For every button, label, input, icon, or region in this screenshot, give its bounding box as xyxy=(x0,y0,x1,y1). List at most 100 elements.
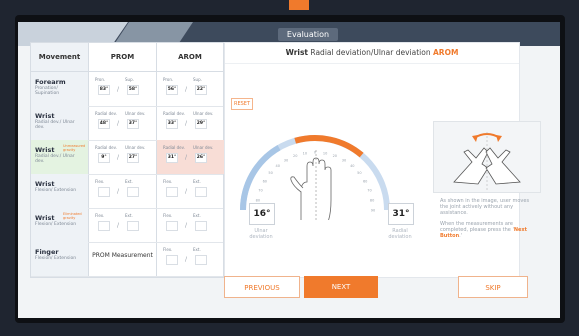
prom-input-1[interactable]: 9° xyxy=(98,153,110,163)
movement-sub: Flexion/ Extension xyxy=(35,256,77,261)
arom-input-2[interactable]: 29° xyxy=(195,119,207,129)
reset-button[interactable]: RESET xyxy=(231,98,253,110)
arom-cell: Radial dev. Ulnar dev. 33° / 29° xyxy=(157,106,224,140)
slash: / xyxy=(185,86,188,93)
arom-cell: Radial dev. Ulnar dev. 31° / 26° xyxy=(157,140,224,174)
slash: / xyxy=(117,86,120,93)
table-row[interactable]: Forearm Pronation/ Supination Pron. Sup. 83°… xyxy=(31,72,223,107)
gauge-tick-label: 80 xyxy=(370,198,374,202)
arom-label-1: Pron. xyxy=(163,77,174,82)
movement-cell: Wrist Flexion/ Extension xyxy=(31,174,88,208)
prom-label-1: Pron. xyxy=(95,77,106,82)
prom-label-1: Flex. xyxy=(95,213,105,218)
gauge-tick-label: 70 xyxy=(258,189,262,193)
movement-name: Wrist xyxy=(35,214,55,222)
slash: / xyxy=(185,154,188,161)
movement-sub: Flexion/ Extension xyxy=(35,188,77,193)
panel-title-movement: Radial deviation/Ulnar deviation xyxy=(308,48,433,57)
prom-label-2: Ulnar dev. xyxy=(125,145,146,150)
column-header-arom: AROM xyxy=(157,43,223,72)
prom-input-1[interactable] xyxy=(98,187,110,197)
prom-input-2[interactable] xyxy=(127,221,139,231)
arom-input-2[interactable]: 22° xyxy=(195,85,207,95)
slash: / xyxy=(185,222,188,229)
table-row[interactable]: Finger Flexion/ Extension PROM Measurement… xyxy=(31,242,223,277)
prom-label-2: Ulnar dev. xyxy=(125,111,146,116)
prom-input-2[interactable]: 27° xyxy=(127,153,139,163)
table-row[interactable]: Wrist Unmeasured gravity Radial dev. / Ulna… xyxy=(31,140,224,175)
arom-input-2[interactable] xyxy=(195,187,207,197)
radial-deviation-value: 31° xyxy=(388,203,414,225)
prom-input-2[interactable] xyxy=(127,187,139,197)
arom-input-2[interactable] xyxy=(195,221,207,231)
prom-label-2: Sup. xyxy=(125,77,134,82)
prom-label-2: Ext. xyxy=(125,179,133,184)
slash: / xyxy=(185,256,188,263)
prom-cell: Radial dev. Ulnar dev. 48° / 37° xyxy=(89,106,156,140)
movement-cell: Finger Flexion/ Extension xyxy=(31,242,88,276)
arom-cell: Flex. Ext. / xyxy=(157,174,224,208)
gauge-tick-label: 20 xyxy=(293,154,297,158)
prom-input-1[interactable]: 48° xyxy=(98,119,110,129)
gravity-tag: Unmeasured gravity xyxy=(63,144,86,152)
prom-cell: Flex. Ext. / xyxy=(89,174,156,208)
instruction-line-2-text: When the measurements are completed, ple… xyxy=(440,221,514,233)
gauge-tick-label: 30 xyxy=(342,158,346,162)
prom-input-1[interactable] xyxy=(98,221,110,231)
prom-label-1: Radial dev. xyxy=(95,145,117,150)
instruction-line-2-end: .' xyxy=(459,233,463,239)
arom-label-2: Ext. xyxy=(193,247,201,252)
gauge-tick-label: 40 xyxy=(275,164,279,168)
slash: / xyxy=(117,188,120,195)
table-row[interactable]: Wrist Radial dev./ Ulnar dev. Radial dev. U… xyxy=(31,106,223,141)
prom-measurement-label: PROM Measurement xyxy=(92,252,153,259)
prom-label-1: Radial dev. xyxy=(95,111,117,116)
table-row[interactable]: Wrist Flexion/ Extension Flex. Ext. / Flex. Ex… xyxy=(31,174,223,209)
gauge-tick-label: 70 xyxy=(367,189,371,193)
arom-input-1[interactable] xyxy=(166,255,178,265)
prom-label-1: Flex. xyxy=(95,179,105,184)
arom-input-1[interactable] xyxy=(166,221,178,231)
gauge-tick-label: 60 xyxy=(263,180,267,184)
radial-deviation-label: Radial deviation xyxy=(388,228,412,240)
instruction-line-1: As shown in the image, user moves the jo… xyxy=(440,198,530,216)
arom-input-2[interactable]: 26° xyxy=(195,153,207,163)
arom-cell: Flex. Ext. / xyxy=(157,242,224,276)
movement-name: Wrist xyxy=(35,146,55,154)
arom-input-2[interactable] xyxy=(195,255,207,265)
prom-input-1[interactable]: 83° xyxy=(98,85,110,95)
prom-label-2: Ext. xyxy=(125,213,133,218)
gravity-tag: Eliminated gravity xyxy=(63,212,82,220)
previous-button[interactable]: PREVIOUS xyxy=(224,276,300,298)
gauge-tick-label: 10 xyxy=(323,151,327,155)
arom-label-1: Flex. xyxy=(163,179,173,184)
movement-name: Wrist xyxy=(35,180,55,188)
column-header-prom: PROM xyxy=(89,43,156,72)
arom-input-1[interactable] xyxy=(166,187,178,197)
arom-input-1[interactable]: 56° xyxy=(166,85,178,95)
arom-input-1[interactable]: 31° xyxy=(166,153,178,163)
gauge-tick-label: 30 xyxy=(284,158,288,162)
slash: / xyxy=(117,222,120,229)
device-indicator xyxy=(289,0,309,10)
movement-cell: Forearm Pronation/ Supination xyxy=(31,72,88,106)
panel-title-joint: Wrist xyxy=(285,48,309,57)
next-button[interactable]: NEXT xyxy=(304,276,378,298)
gauge-tick-label: 40 xyxy=(350,164,354,168)
skip-button[interactable]: SKIP xyxy=(458,276,528,298)
gauge-tick-label: 80 xyxy=(256,198,260,202)
prom-input-2[interactable]: 37° xyxy=(127,119,139,129)
table-row[interactable]: Wrist Eliminated gravity Flexion/ Extensio… xyxy=(31,208,223,243)
prom-input-2[interactable]: 58° xyxy=(127,85,139,95)
arom-label-1: Flex. xyxy=(163,247,173,252)
panel-title-mode: AROM xyxy=(433,48,459,57)
ulnar-deviation-value: 16° xyxy=(249,203,275,225)
page-title: Evaluation xyxy=(278,28,338,41)
measurement-table: Movement PROM AROM Forearm Pronation/ Sup… xyxy=(30,42,224,278)
movement-sub: Pronation/ Supination xyxy=(35,86,60,96)
arom-input-1[interactable]: 33° xyxy=(166,119,178,129)
prom-cell: Flex. Ext. / xyxy=(89,208,156,242)
movement-name: Forearm xyxy=(35,78,66,86)
slash: / xyxy=(185,188,188,195)
arom-label-1: Flex. xyxy=(163,213,173,218)
